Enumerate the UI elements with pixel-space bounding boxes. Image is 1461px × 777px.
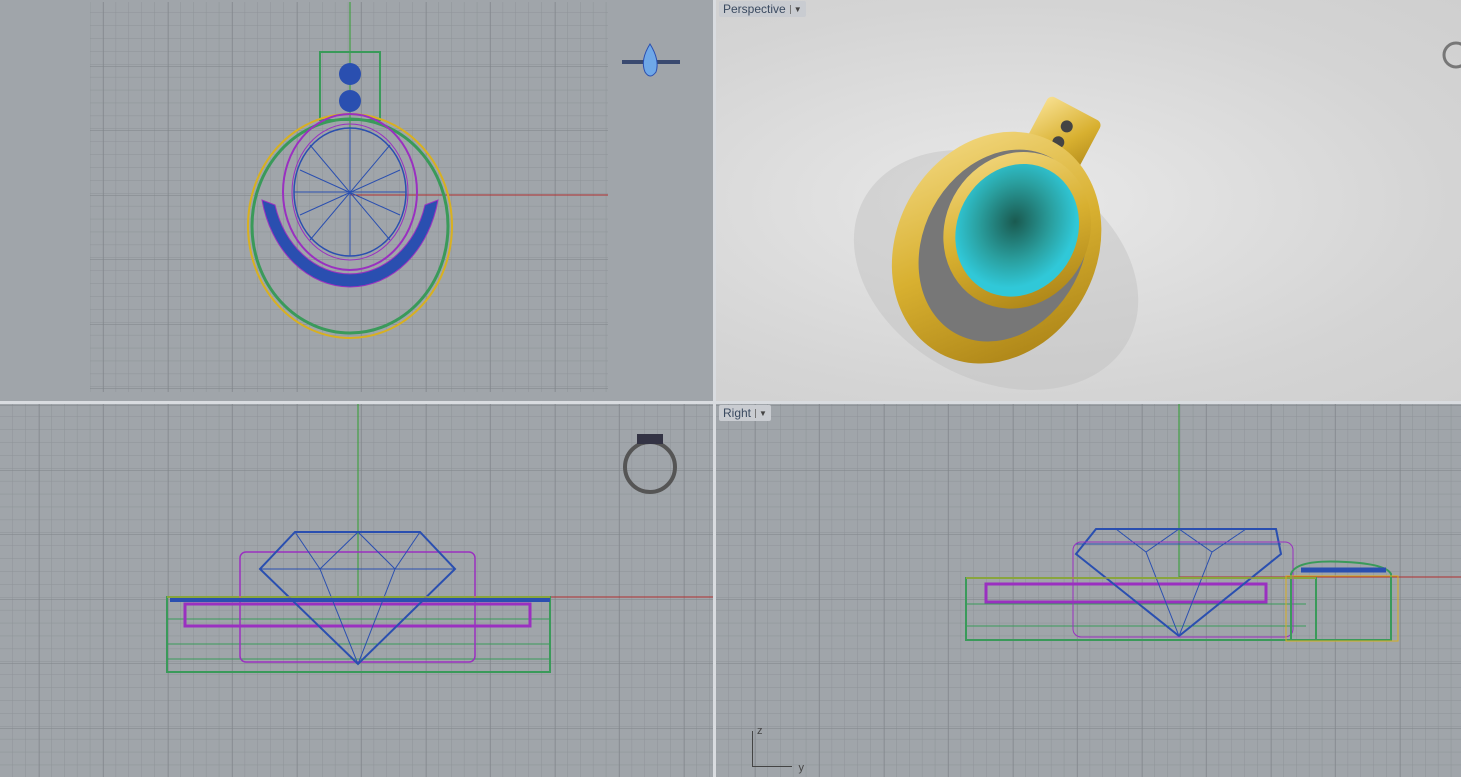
rendered-pendant [853, 96, 1139, 390]
viewport-title: Right [723, 406, 752, 420]
dropdown-arrow-icon: ▼ [755, 408, 767, 418]
viewport-title: Perspective [723, 2, 786, 16]
navigation-ring-icon [622, 43, 680, 77]
navigation-ring-icon [1442, 41, 1461, 69]
axis-z-label: z [757, 725, 763, 737]
viewport-right[interactable]: Right ▼ z y [716, 404, 1461, 777]
viewport-front[interactable] [0, 404, 713, 777]
axis-indicator: z y [752, 725, 804, 774]
axis-y-label: y [798, 762, 805, 774]
dropdown-arrow-icon: ▼ [789, 4, 802, 14]
viewport-top[interactable] [0, 0, 713, 401]
viewport-label-right[interactable]: Right ▼ [719, 405, 771, 421]
viewport-perspective[interactable]: Perspective ▼ [716, 0, 1461, 401]
viewport-label-perspective[interactable]: Perspective ▼ [719, 1, 806, 17]
